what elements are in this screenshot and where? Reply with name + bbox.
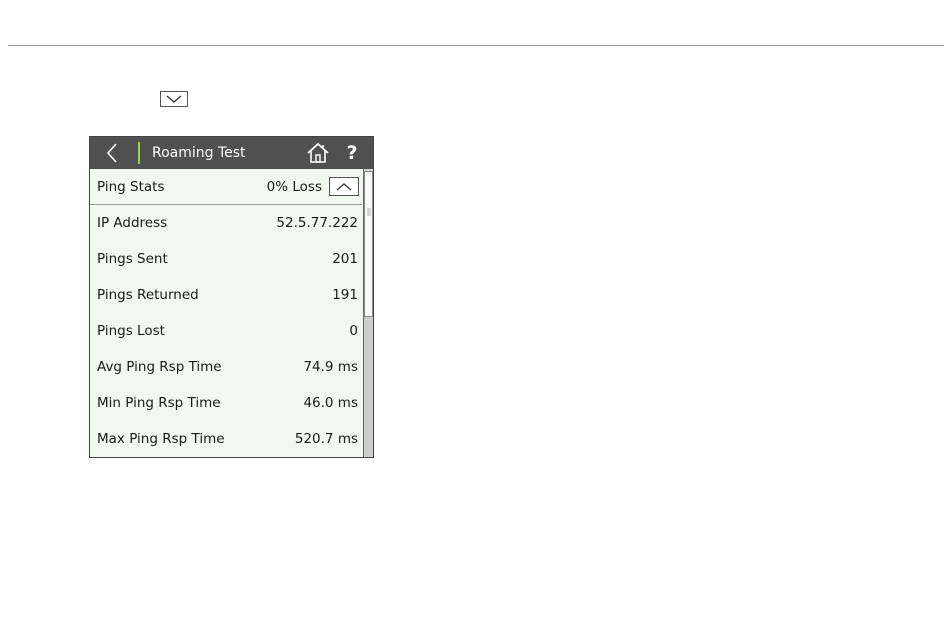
list-item: Pings Sent 201 bbox=[90, 241, 362, 277]
row-label: Pings Lost bbox=[97, 323, 165, 339]
title-bar: Roaming Test ? bbox=[90, 137, 373, 169]
top-divider bbox=[8, 45, 944, 46]
title-accent-divider bbox=[138, 142, 140, 164]
list-item: Pings Returned 191 bbox=[90, 277, 362, 313]
row-label: Max Ping Rsp Time bbox=[97, 431, 225, 447]
list-item: IP Address 52.5.77.222 bbox=[90, 205, 362, 241]
collapse-toggle-button[interactable] bbox=[160, 91, 188, 107]
list-item: Pings Lost 0 bbox=[90, 313, 362, 349]
row-value: 46.0 ms bbox=[303, 395, 358, 411]
ping-stats-label: Ping Stats bbox=[97, 179, 165, 195]
page-title: Roaming Test bbox=[152, 145, 246, 161]
ping-stats-list: Ping Stats 0% Loss IP Address 52.5.77.22… bbox=[90, 169, 362, 457]
expand-toggle-button[interactable] bbox=[329, 177, 359, 196]
row-value: 520.7 ms bbox=[294, 431, 358, 447]
row-value: 191 bbox=[332, 287, 358, 303]
chevron-down-icon bbox=[166, 95, 182, 103]
device-screen: Roaming Test ? Ping Stats 0% Loss IP Add… bbox=[89, 136, 374, 458]
row-value: 52.5.77.222 bbox=[276, 215, 358, 231]
row-label: Pings Sent bbox=[97, 251, 168, 267]
row-value: 0 bbox=[349, 323, 358, 339]
row-label: Pings Returned bbox=[97, 287, 199, 303]
list-item: Min Ping Rsp Time 46.0 ms bbox=[90, 385, 362, 421]
back-button[interactable] bbox=[102, 141, 122, 165]
help-button[interactable]: ? bbox=[342, 137, 362, 169]
ping-stats-header[interactable]: Ping Stats 0% Loss bbox=[90, 169, 362, 205]
row-label: Avg Ping Rsp Time bbox=[97, 359, 222, 375]
grip-icon bbox=[367, 208, 371, 216]
row-label: Min Ping Rsp Time bbox=[97, 395, 221, 411]
row-value: 74.9 ms bbox=[303, 359, 358, 375]
list-item: Max Ping Rsp Time 520.7 ms bbox=[90, 421, 362, 457]
chevron-up-icon bbox=[336, 182, 352, 190]
scrollbar[interactable] bbox=[363, 169, 373, 457]
home-button[interactable] bbox=[306, 141, 330, 165]
home-icon bbox=[307, 142, 329, 163]
row-label: IP Address bbox=[97, 215, 168, 231]
chevron-left-icon bbox=[106, 143, 117, 163]
ping-stats-summary: 0% Loss bbox=[266, 179, 322, 195]
scrollbar-thumb[interactable] bbox=[364, 171, 373, 317]
list-item: Avg Ping Rsp Time 74.9 ms bbox=[90, 349, 362, 385]
row-value: 201 bbox=[332, 251, 358, 267]
